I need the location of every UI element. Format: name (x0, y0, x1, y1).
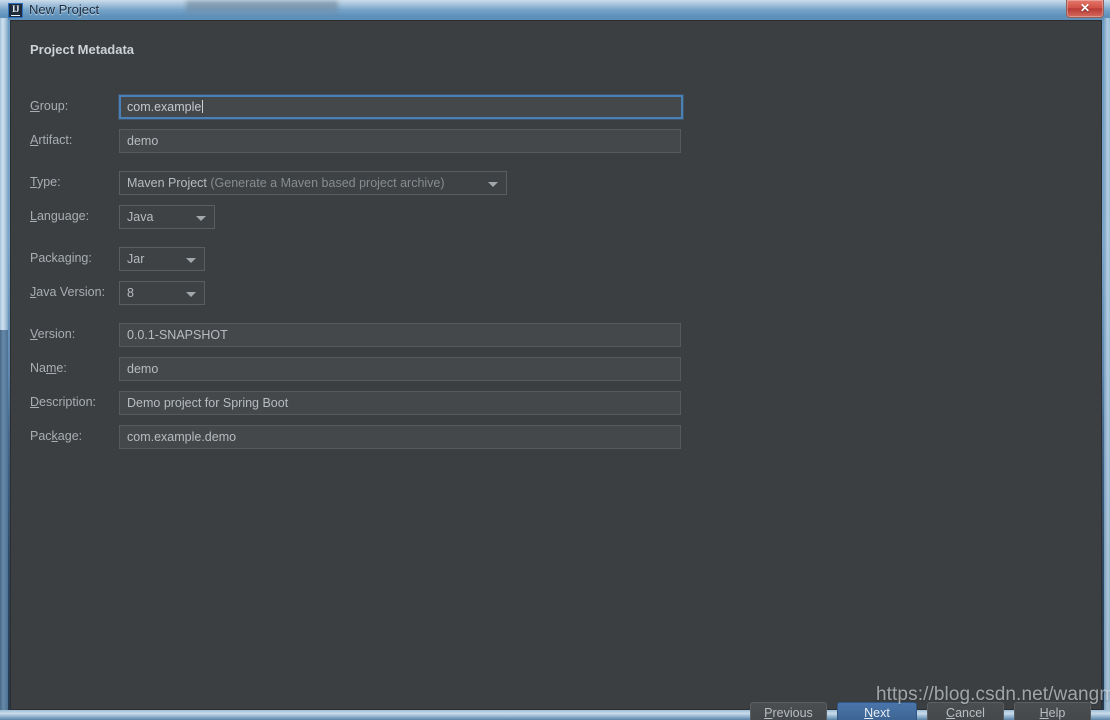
new-project-dialog: Project Metadata Group: com.example Artifa… (10, 20, 1102, 720)
screen: IJ New Project ✕ Project Metadata Group:… (0, 0, 1110, 720)
close-icon[interactable]: ✕ (1066, 0, 1104, 18)
language-dropdown[interactable]: Java (119, 205, 215, 229)
window-frame-right (1104, 18, 1110, 712)
form-row-java-version: Java Version: 8 (11, 281, 711, 305)
java-version-value: 8 (127, 286, 134, 300)
label-java-version: Java Version: (30, 285, 106, 299)
form-row-artifact: Artifact: demo (11, 129, 711, 153)
chevron-down-icon[interactable] (488, 182, 498, 187)
form-row-group: Group: com.example (11, 95, 711, 119)
form-row-package: Package: com.example.demo (11, 425, 711, 449)
form-row-project-name: Name: demo (11, 357, 711, 381)
label-description: Description: (30, 395, 97, 409)
java-version-dropdown[interactable]: 8 (119, 281, 205, 305)
form-row-version: Version: 0.0.1-SNAPSHOT (11, 323, 711, 347)
form-row-packaging: Packaging: Jar (11, 247, 711, 271)
previous-button[interactable]: Previous (750, 702, 827, 720)
help-button[interactable]: Help (1014, 702, 1091, 720)
intellij-idea-icon: IJ (8, 3, 23, 18)
window-frame-left-lower (0, 330, 8, 712)
text-caret (202, 100, 204, 113)
cancel-button[interactable]: Cancel (927, 702, 1004, 720)
label-project-name: Name: (30, 361, 67, 375)
label-packaging: Packaging: (30, 251, 92, 265)
label-type: Type: (30, 175, 61, 189)
window-titlebar[interactable] (0, 0, 1110, 20)
form-row-description: Description: Demo project for Spring Boot (11, 391, 711, 415)
form-row-type: Type: Maven Project (Generate a Maven bas… (11, 171, 711, 195)
type-hint: (Generate a Maven based project archive) (210, 176, 445, 190)
label-artifact: Artifact: (30, 133, 73, 147)
chevron-down-icon[interactable] (186, 292, 196, 297)
artifact-input[interactable]: demo (119, 129, 681, 153)
group-input[interactable]: com.example (119, 95, 683, 119)
background-window-ghost (186, 1, 338, 14)
chevron-down-icon[interactable] (196, 216, 206, 221)
package-input[interactable]: com.example.demo (119, 425, 681, 449)
chevron-down-icon[interactable] (186, 258, 196, 263)
next-button[interactable]: Next (837, 702, 917, 720)
page-title: Project Metadata (30, 42, 135, 57)
label-group: Group: (30, 99, 69, 113)
language-value: Java (127, 210, 154, 224)
label-version: Version: (30, 327, 76, 341)
window-title: New Project (29, 2, 100, 17)
description-input[interactable]: Demo project for Spring Boot (119, 391, 681, 415)
form-row-language: Language: Java (11, 205, 711, 229)
label-language: Language: (30, 209, 90, 223)
packaging-dropdown[interactable]: Jar (119, 247, 205, 271)
type-value: Maven Project (127, 176, 207, 190)
project-name-input[interactable]: demo (119, 357, 681, 381)
label-package: Package: (30, 429, 83, 443)
version-input[interactable]: 0.0.1-SNAPSHOT (119, 323, 681, 347)
packaging-value: Jar (127, 252, 145, 266)
type-dropdown[interactable]: Maven Project (Generate a Maven based pr… (119, 171, 507, 195)
